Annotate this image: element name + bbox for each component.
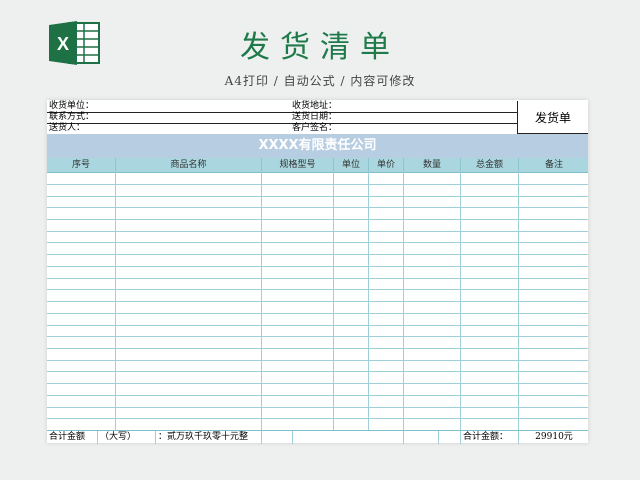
col-header: 商品名称 [115,158,261,172]
table-column-line [115,172,116,430]
table-row-line [47,301,588,302]
table-row-line [47,195,588,197]
delivery-sheet: 收货单位： 收货地址： 联系方式： 送货日期： 送货人： 客户签名： 发货单 X… [47,100,588,444]
info-row-1: 收货单位： 收货地址： [47,101,517,112]
table-footer: 合计金额 （大写） ：贰万玖千玖零十元整 合计金额： 29910元 [47,430,588,444]
table-row-line [47,254,588,256]
table-row-line [47,383,588,385]
footer-cell [438,431,461,444]
info-row-3: 送货人： 客户签名： [47,123,517,134]
footer-cell [261,431,294,444]
table-row-line [47,289,588,291]
company-banner: XXXX有限责任公司 [47,134,588,158]
footer-total-label2: 合计金额： [460,431,518,444]
doc-type-badge: 发货单 [517,101,588,134]
footer-cell [403,431,440,444]
info-row-2: 联系方式： 送货日期： [47,112,517,123]
receiver-unit-label: 收货单位： [49,101,95,111]
table-row-line [47,324,588,326]
col-header: 规格型号 [261,158,333,172]
col-header: 数量 [403,158,460,172]
footer-total-value: 29910元 [518,431,587,444]
delivery-date-label: 送货日期： [292,112,338,122]
table-column-line [518,172,519,430]
table-row-line [47,394,588,396]
footer-capital-label: （大写） [97,431,136,444]
customer-sign-label: 客户签名： [292,123,338,133]
col-header: 单位 [333,158,368,172]
table-header: 序号 商品名称 规格型号 单位 单价 数量 总金额 备注 [47,158,588,173]
footer-total-label: 合计金额 [49,432,86,442]
table-row-line [47,406,588,408]
table-row-line [47,265,588,267]
col-header: 单价 [368,158,403,172]
table-row-line [47,347,588,349]
table-row-line [47,336,588,338]
table-row-line [47,230,588,232]
table-row-line [47,359,588,361]
table-row-line [47,207,588,209]
table-row-line [47,418,588,420]
table-row-line [47,242,588,244]
table-row-line [47,371,588,373]
col-header: 总金额 [460,158,518,172]
table-column-line [403,172,404,430]
receiver-address-label: 收货地址： [292,101,338,111]
col-header: 备注 [518,158,589,172]
deliverer-label: 送货人： [49,123,86,133]
table-row-line [47,312,588,314]
table-column-line [261,172,262,430]
footer-capital-value: ：贰万玖千玖零十元整 [155,431,263,444]
page-title: 发货清单 [240,30,400,65]
col-header: 序号 [71,160,90,170]
page-subtitle: A4打印 / 自动公式 / 内容可修改 [224,74,416,88]
table-row-line [47,218,588,220]
contact-label: 联系方式： [49,112,95,122]
table-column-line [333,172,334,430]
table-row-line [47,183,588,185]
table-row-line [47,277,588,279]
table-column-line [368,172,369,430]
table-column-line [460,172,461,430]
footer-cell [292,431,335,444]
